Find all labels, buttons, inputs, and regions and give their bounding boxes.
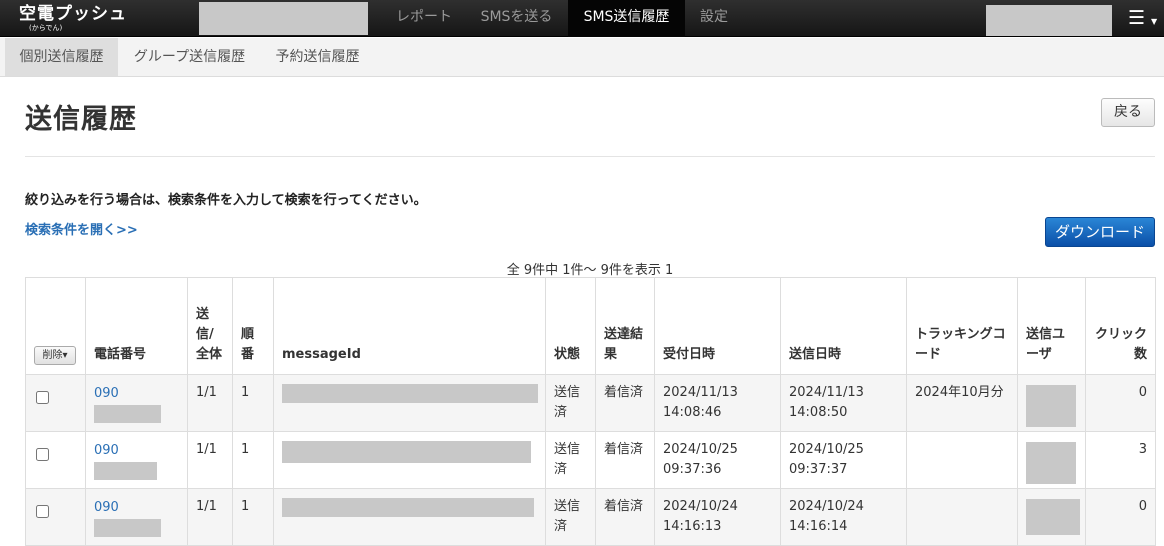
table-row: 090 1/1 1 送信済 着信済 2024/10/24 14:16:13 202… [25,488,1156,546]
app-logo[interactable]: 空電プッシュ (からでん) [19,4,127,32]
redacted-area [199,2,368,35]
cell-tracking: 2024年10月分 [906,374,1018,432]
header-delivery[interactable]: 送達結果 [595,277,655,375]
phone-link[interactable]: 090 [94,384,179,425]
redacted-phone [94,462,157,480]
redacted-message-id [282,384,538,403]
logo-sub-text: (からでん) [29,24,63,32]
delete-dropdown-button[interactable]: 削除▾ [34,346,76,365]
cell-delivery: 着信済 [595,374,655,432]
download-button[interactable]: ダウンロード [1045,217,1155,247]
table-header-row: 削除▾ 電話番号 送信/全体 順番 messageId 状態 送達結果 受付日時… [25,277,1156,375]
redacted-user [1026,442,1076,484]
header-status[interactable]: 状態 [545,277,596,375]
cell-clicks: 0 [1085,374,1156,432]
cell-user [1017,431,1086,489]
phone-link[interactable]: 090 [94,498,179,539]
cell-sent-total: 1/1 [187,431,233,489]
nav-item-send-sms[interactable]: SMSを送る [465,0,568,37]
cell-phone: 090 [85,431,188,489]
table-row: 090 1/1 1 送信済 着信済 2024/11/13 14:08:46 202… [25,374,1156,432]
tab-individual-history[interactable]: 個別送信履歴 [5,38,118,76]
cell-message-id [273,374,546,432]
page-title: 送信履歴 [25,104,137,135]
cell-order: 1 [232,488,274,546]
header-delete: 削除▾ [25,277,86,375]
tab-group-history[interactable]: グループ送信履歴 [118,38,261,76]
row-checkbox[interactable] [36,505,49,518]
logo-main-text: 空電プッシュ [19,4,127,24]
cell-sent: 2024/10/24 14:16:14 [780,488,907,546]
cell-status: 送信済 [545,374,596,432]
redacted-message-id [282,441,531,463]
cell-sent-total: 1/1 [187,488,233,546]
tab-scheduled-history[interactable]: 予約送信履歴 [261,38,374,76]
nav-item-sms-history[interactable]: SMS送信履歴 [568,0,685,37]
redacted-user-area [986,5,1112,36]
cell-order: 1 [232,374,274,432]
back-button[interactable]: 戻る [1101,98,1155,127]
header-message-id[interactable]: messageId [273,277,546,375]
cell-order: 1 [232,431,274,489]
cell-status: 送信済 [545,488,596,546]
cell-clicks: 0 [1085,488,1156,546]
sub-navbar: 個別送信履歴 グループ送信履歴 予約送信履歴 [0,38,1164,77]
cell-checkbox [25,431,86,489]
cell-delivery: 着信済 [595,431,655,489]
cell-tracking [906,488,1018,546]
cell-received: 2024/10/25 09:37:36 [654,431,781,489]
cell-status: 送信済 [545,431,596,489]
cell-message-id [273,431,546,489]
header-clicks[interactable]: クリック数 [1085,277,1156,375]
redacted-user [1026,385,1076,427]
history-table: 削除▾ 電話番号 送信/全体 順番 messageId 状態 送達結果 受付日時… [25,277,1156,546]
cell-phone: 090 [85,374,188,432]
redacted-message-id [282,498,534,517]
filter-instruction: 絞り込みを行う場合は、検索条件を入力して検索を行ってください。 [25,193,427,208]
table-row: 090 1/1 1 送信済 着信済 2024/10/25 09:37:36 202… [25,431,1156,489]
header-tracking[interactable]: トラッキングコード [906,277,1018,375]
header-sent[interactable]: 送信日時 [780,277,907,375]
cell-received: 2024/10/24 14:16:13 [654,488,781,546]
row-checkbox[interactable] [36,391,49,404]
nav-item-report[interactable]: レポート [383,0,465,37]
cell-checkbox [25,374,86,432]
chevron-down-icon[interactable]: ▼ [1151,17,1157,26]
header-received[interactable]: 受付日時 [654,277,781,375]
cell-clicks: 3 [1085,431,1156,489]
redacted-phone [94,519,161,537]
header-order[interactable]: 順番 [232,277,274,375]
cell-delivery: 着信済 [595,488,655,546]
cell-sent: 2024/10/25 09:37:37 [780,431,907,489]
nav-item-settings[interactable]: 設定 [685,0,743,37]
phone-link[interactable]: 090 [94,441,179,482]
cell-checkbox [25,488,86,546]
result-summary: 全 9件中 1件～ 9件を表示 1 [506,263,674,278]
cell-phone: 090 [85,488,188,546]
cell-user [1017,374,1086,432]
open-search-conditions-link[interactable]: 検索条件を開く>> [25,219,138,238]
header-phone[interactable]: 電話番号 [85,277,188,375]
cell-sent: 2024/11/13 14:08:50 [780,374,907,432]
redacted-user [1026,499,1080,535]
row-checkbox[interactable] [36,448,49,461]
redacted-phone [94,405,161,423]
top-navbar: 空電プッシュ (からでん) レポート SMSを送る SMS送信履歴 設定 ☰ ▼ [0,0,1164,37]
divider [25,156,1155,157]
header-user[interactable]: 送信ユーザ [1017,277,1086,375]
cell-tracking [906,431,1018,489]
cell-received: 2024/11/13 14:08:46 [654,374,781,432]
cell-sent-total: 1/1 [187,374,233,432]
hamburger-menu-icon[interactable]: ☰ [1128,9,1145,28]
cell-message-id [273,488,546,546]
header-sent-total[interactable]: 送信/全体 [187,277,233,375]
cell-user [1017,488,1086,546]
